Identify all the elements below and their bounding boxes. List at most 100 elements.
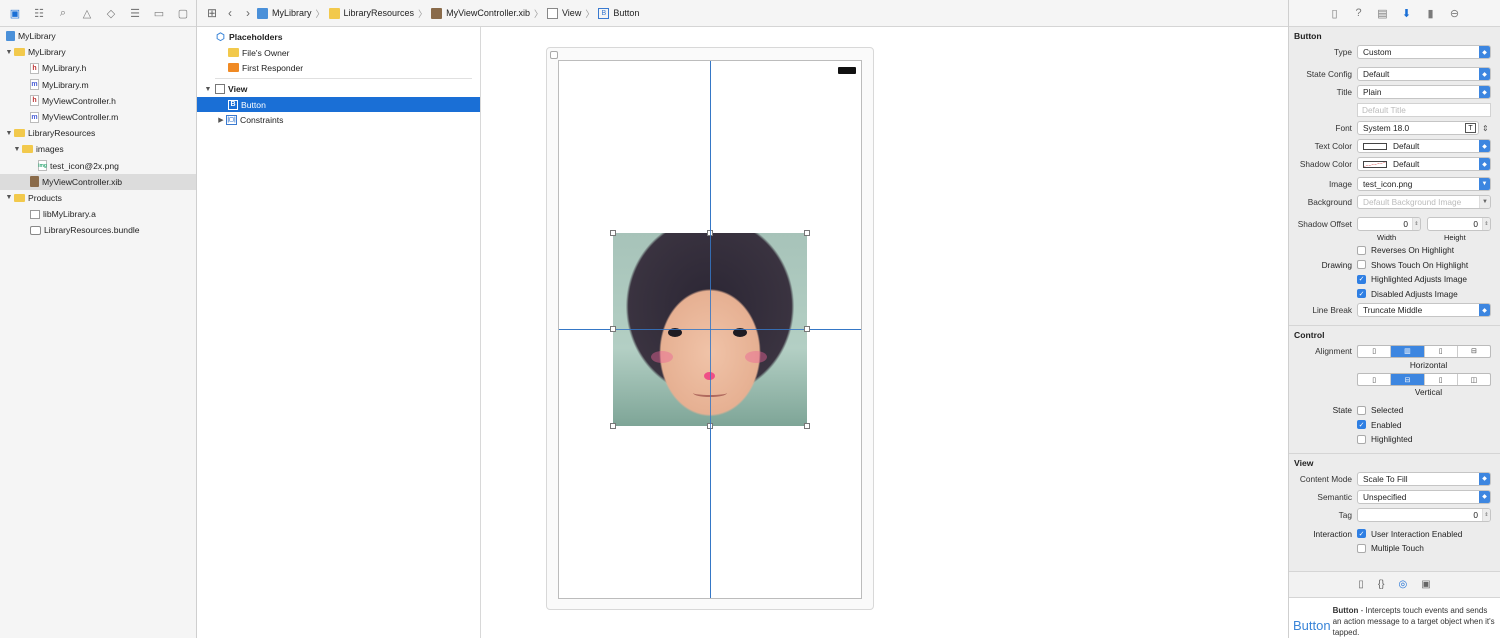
title-popup[interactable]: Plain ◆ xyxy=(1357,85,1491,99)
tree-item[interactable]: MyViewController.xib xyxy=(0,173,196,190)
tree-item[interactable]: ▼ images xyxy=(0,141,196,157)
file-inspector-icon[interactable]: ▯ xyxy=(1327,0,1343,27)
search-icon[interactable]: ⌕ xyxy=(51,0,75,27)
highlighted-checkbox-row[interactable]: Highlighted xyxy=(1289,432,1500,447)
align-top-icon[interactable]: ▯ xyxy=(1358,374,1392,385)
align-fill-vertical-icon[interactable]: ◫ xyxy=(1458,374,1490,385)
shadow-color-popup[interactable]: Default ◆ xyxy=(1357,157,1491,171)
align-fill-icon[interactable]: ⊟ xyxy=(1458,346,1490,357)
back-icon[interactable]: ‹ xyxy=(221,6,239,20)
crumb-view[interactable]: View xyxy=(546,7,581,19)
test-icon[interactable]: ◇ xyxy=(99,0,123,27)
user-interaction-checkbox-row[interactable]: Interaction ✓ User Interaction Enabled xyxy=(1289,527,1500,542)
enabled-checkbox-row[interactable]: ✓ Enabled xyxy=(1289,418,1500,433)
align-left-icon[interactable]: ▯ xyxy=(1358,345,1392,357)
state-config-popup[interactable]: Default ◆ xyxy=(1357,67,1491,81)
resize-handle[interactable] xyxy=(804,423,810,429)
tree-item[interactable]: ▼ LibraryResources xyxy=(0,125,196,141)
breakpoint-icon[interactable]: ▭ xyxy=(147,0,171,27)
outline-view[interactable]: ▼ View xyxy=(197,81,480,97)
tree-item[interactable]: ▼ MyLibrary xyxy=(0,44,196,60)
checkbox[interactable] xyxy=(1357,260,1366,270)
checkbox[interactable] xyxy=(1357,434,1366,444)
outline-constraints[interactable]: ▶ |◻| Constraints xyxy=(197,112,480,127)
vertical-alignment-control[interactable]: ▯ ⊟ ▯ ◫ xyxy=(1357,373,1491,386)
warning-icon[interactable]: △ xyxy=(75,0,99,27)
attributes-inspector-icon[interactable]: ⬇ xyxy=(1399,0,1415,27)
stepper-icon[interactable]: ⇕ xyxy=(1482,124,1489,133)
crumb-button[interactable]: B Button xyxy=(598,7,639,19)
outline-placeholders[interactable]: ⬡ Placeholders xyxy=(197,29,480,45)
help-inspector-icon[interactable]: ? xyxy=(1351,0,1367,27)
checkbox[interactable] xyxy=(1357,543,1366,553)
tag-field[interactable]: 0 ⇕ xyxy=(1357,507,1491,522)
disclosure-open-icon[interactable]: ▼ xyxy=(4,49,14,56)
semantic-popup[interactable]: Unspecified ◆ xyxy=(1357,489,1491,504)
title-field[interactable]: Default Title xyxy=(1357,103,1491,117)
checkbox-checked[interactable]: ✓ xyxy=(1357,289,1366,299)
content-mode-popup[interactable]: Scale To Fill ◆ xyxy=(1357,471,1491,486)
resize-handle[interactable] xyxy=(804,230,810,236)
tree-item[interactable]: m MyViewController.m xyxy=(0,109,196,125)
crumb-xib[interactable]: MyViewController.xib xyxy=(431,7,530,19)
align-center-icon[interactable]: ▥ xyxy=(1391,345,1425,357)
device-view[interactable] xyxy=(558,60,862,599)
align-middle-icon[interactable]: ⊟ xyxy=(1391,374,1425,385)
media-library-icon[interactable]: ▣ xyxy=(1421,579,1430,590)
selected-checkbox-row[interactable]: State Selected xyxy=(1289,403,1500,418)
code-snippet-icon[interactable]: {} xyxy=(1378,579,1385,590)
align-right-icon[interactable]: ▯ xyxy=(1425,345,1458,357)
resize-handle[interactable] xyxy=(610,326,616,332)
crumb-project[interactable]: MyLibrary xyxy=(257,7,312,19)
disclosure-open-icon[interactable]: ▼ xyxy=(12,146,22,153)
shows-touch-checkbox-row[interactable]: Drawing Shows Touch On Highlight xyxy=(1289,258,1500,273)
tree-item[interactable]: LibraryResources.bundle xyxy=(0,222,196,238)
shadow-height-field[interactable]: 0 ⇕ xyxy=(1427,217,1491,231)
tree-item[interactable]: MyLibrary xyxy=(0,28,196,44)
folder-icon[interactable]: ▣ xyxy=(3,0,27,27)
line-break-popup[interactable]: Truncate Middle ◆ xyxy=(1357,303,1491,317)
checkbox-checked[interactable]: ✓ xyxy=(1357,420,1366,430)
debug-icon[interactable]: ☰ xyxy=(123,0,147,27)
disclosure-open-icon[interactable]: ▼ xyxy=(4,194,14,201)
tree-item[interactable]: m MyLibrary.m xyxy=(0,77,196,93)
type-popup[interactable]: Custom ◆ xyxy=(1357,45,1491,59)
disclosure-open-icon[interactable]: ▼ xyxy=(203,86,213,93)
checkbox[interactable] xyxy=(1357,405,1366,415)
text-color-popup[interactable]: Default ◆ xyxy=(1357,139,1491,153)
outline-files-owner[interactable]: File's Owner xyxy=(197,45,480,60)
tree-item[interactable]: img test_icon@2x.png xyxy=(0,158,196,174)
crumb-folder[interactable]: LibraryResources xyxy=(328,7,414,19)
shadow-width-field[interactable]: 0 ⇕ xyxy=(1357,217,1421,231)
tree-item[interactable]: h MyViewController.h xyxy=(0,93,196,109)
resize-handle[interactable] xyxy=(804,326,810,332)
font-field[interactable]: System 18.0 T xyxy=(1357,121,1479,135)
disclosure-open-icon[interactable]: ▼ xyxy=(4,130,14,137)
background-combo[interactable]: Default Background Image ▼ xyxy=(1357,195,1491,209)
tree-item[interactable]: libMyLibrary.a xyxy=(0,206,196,222)
hierarchy-icon[interactable]: ☷ xyxy=(27,0,51,27)
checkbox-checked[interactable]: ✓ xyxy=(1357,529,1366,539)
image-combo[interactable]: test_icon.png ▼ xyxy=(1357,177,1491,191)
font-picker-icon[interactable]: T xyxy=(1465,123,1476,133)
file-template-icon[interactable]: ▯ xyxy=(1358,579,1364,590)
connections-inspector-icon[interactable]: ⊖ xyxy=(1447,0,1463,27)
resize-handle[interactable] xyxy=(610,423,616,429)
size-inspector-icon[interactable]: ▮ xyxy=(1423,0,1439,27)
checkbox[interactable] xyxy=(1357,245,1366,255)
stepper-icon[interactable]: ⇕ xyxy=(1482,508,1490,521)
forward-icon[interactable]: › xyxy=(239,6,257,20)
highlighted-adjusts-checkbox-row[interactable]: ✓ Highlighted Adjusts Image xyxy=(1289,272,1500,287)
outline-button[interactable]: B Button xyxy=(197,97,480,112)
stepper-icon[interactable]: ⇕ xyxy=(1412,218,1420,230)
resize-handle[interactable] xyxy=(610,230,616,236)
align-bottom-icon[interactable]: ▯ xyxy=(1425,374,1458,385)
reverses-checkbox-row[interactable]: Reverses On Highlight xyxy=(1289,243,1500,258)
outline-first-responder[interactable]: First Responder xyxy=(197,60,480,75)
interface-builder-canvas[interactable] xyxy=(481,27,1288,638)
multiple-touch-checkbox-row[interactable]: Multiple Touch xyxy=(1289,541,1500,556)
report-icon[interactable]: ▢ xyxy=(171,0,195,27)
tree-item[interactable]: h MyLibrary.h xyxy=(0,60,196,76)
checkbox-checked[interactable]: ✓ xyxy=(1357,274,1366,284)
tree-item[interactable]: ▼ Products xyxy=(0,190,196,206)
